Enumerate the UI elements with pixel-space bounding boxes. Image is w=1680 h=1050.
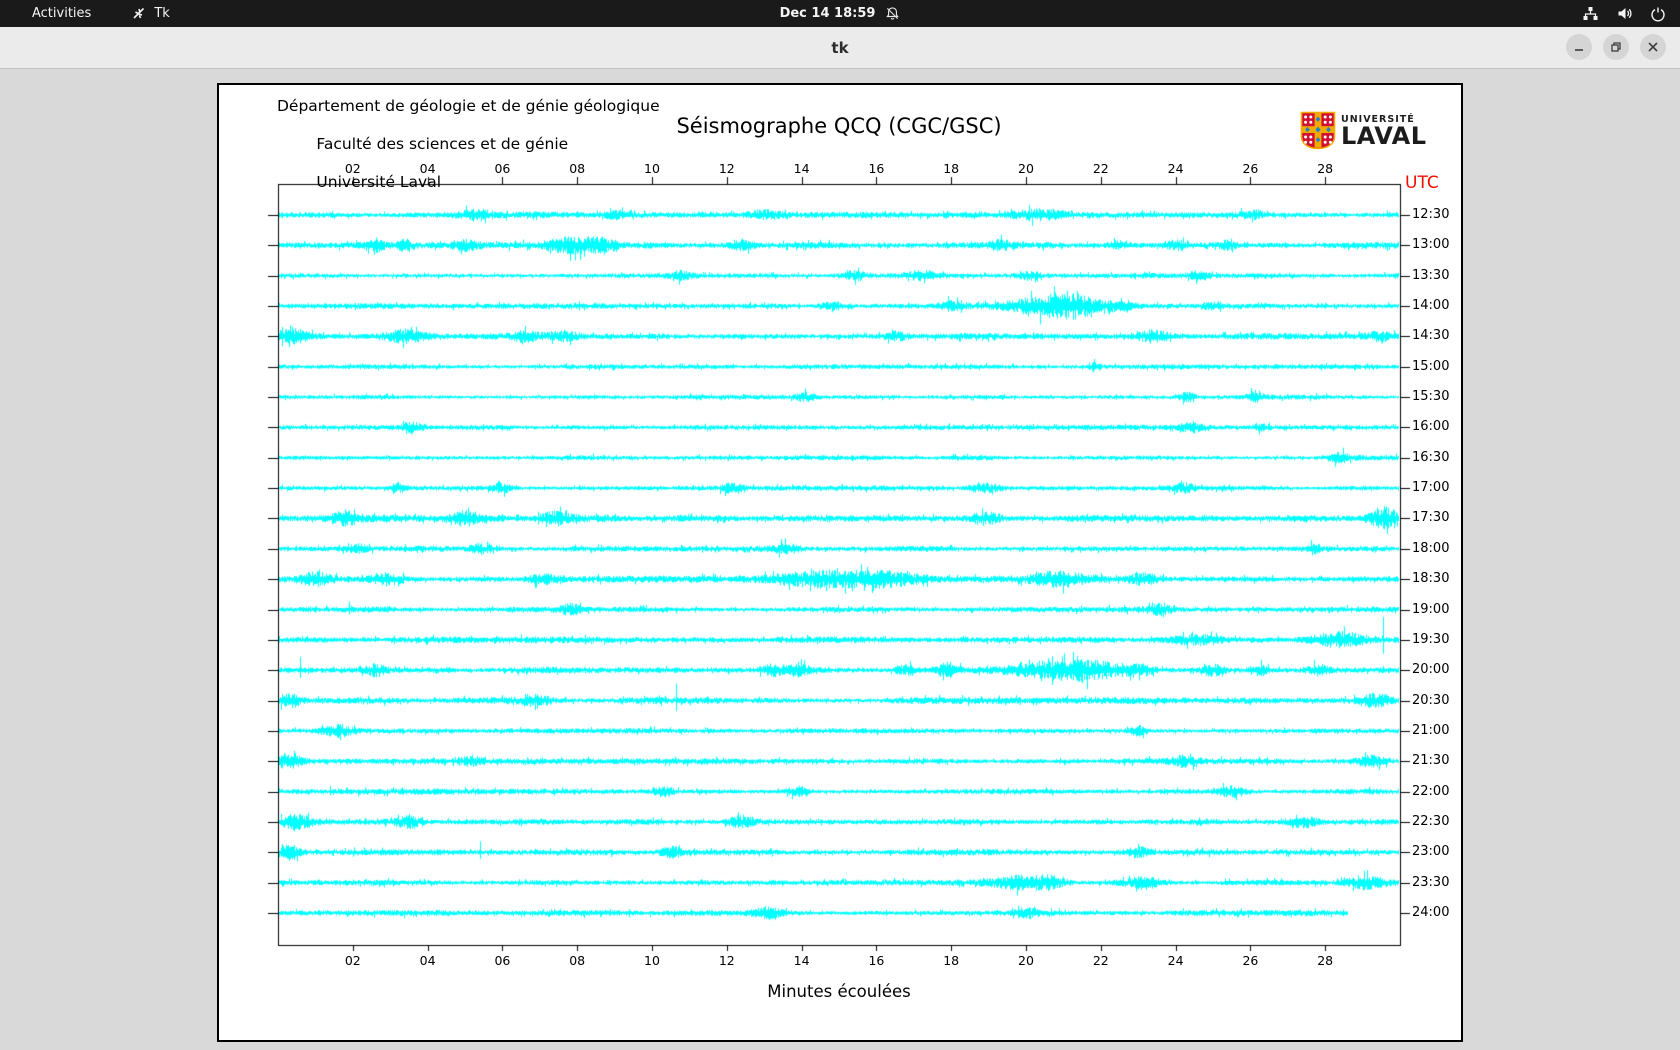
- universite-laval-logo: UNIVERSITÉ LAVAL: [1300, 111, 1427, 154]
- volume-icon: [1616, 5, 1633, 22]
- trace-time-label: 17:00: [1412, 480, 1450, 496]
- trace-time-label: 14:30: [1412, 328, 1450, 344]
- trace-time-label: 12:30: [1412, 207, 1450, 222]
- x-tick-label-bottom: 18: [943, 953, 960, 968]
- trace-time-label: 18:00: [1412, 540, 1450, 556]
- trace-time-label: 16:30: [1412, 449, 1450, 465]
- x-tick-label-top: 28: [1317, 161, 1334, 176]
- x-tick-label-bottom: 28: [1317, 953, 1334, 968]
- x-tick-label-top: 02: [344, 161, 361, 176]
- trace-time-label: 16:00: [1412, 419, 1450, 435]
- x-tick-label-bottom: 08: [569, 953, 586, 968]
- window-title: tk: [831, 38, 849, 57]
- x-tick-label-top: 06: [494, 161, 511, 176]
- gnome-top-bar: Activities Tk Dec 14 18:59: [0, 0, 1680, 27]
- x-tick-label-top: 20: [1018, 161, 1034, 176]
- trace-time-label: 23:30: [1412, 874, 1450, 890]
- x-tick-label-top: 14: [793, 161, 810, 176]
- trace-time-label: 21:30: [1412, 753, 1450, 769]
- trace-time-label: 22:00: [1412, 783, 1450, 799]
- trace-time-label: 20:30: [1412, 692, 1450, 708]
- close-button[interactable]: [1640, 34, 1666, 60]
- x-tick-label-top: 26: [1242, 161, 1259, 176]
- x-tick-label-bottom: 14: [793, 953, 810, 968]
- x-tick-label-top: 24: [1167, 161, 1184, 176]
- institution-line-2: Faculté des sciences et de génie: [316, 135, 569, 153]
- x-tick-label-top: 12: [718, 161, 735, 176]
- notifications-disabled-icon: [885, 6, 900, 21]
- network-wired-icon: [1582, 5, 1599, 22]
- x-tick-label-bottom: 22: [1092, 953, 1109, 968]
- trace-time-label: 13:30: [1412, 267, 1450, 283]
- clock-button[interactable]: Dec 14 18:59: [0, 0, 1680, 27]
- trace-time-label: 14:00: [1412, 298, 1450, 314]
- plot-title: Séismographe QCQ (CGC/GSC): [676, 114, 1002, 138]
- institution-line-1: Département de géologie et de génie géol…: [277, 97, 660, 115]
- x-tick-label-bottom: 02: [344, 953, 361, 968]
- x-tick-label-bottom: 24: [1167, 953, 1184, 968]
- x-tick-label-top: 18: [943, 161, 960, 176]
- x-tick-label-top: 22: [1092, 161, 1109, 176]
- minimize-button[interactable]: [1566, 34, 1592, 60]
- trace-time-label: 20:00: [1412, 662, 1450, 678]
- trace-time-label: 17:30: [1412, 510, 1450, 526]
- trace-time-label: 15:00: [1412, 358, 1450, 374]
- x-tick-label-bottom: 12: [718, 953, 735, 968]
- window-titlebar[interactable]: tk: [0, 27, 1680, 69]
- trace-time-label: 24:00: [1412, 905, 1450, 920]
- clock-label: Dec 14 18:59: [779, 6, 876, 21]
- trace-time-label: 22:30: [1412, 813, 1450, 829]
- system-status-area[interactable]: [1582, 0, 1666, 27]
- x-tick-label-bottom: 06: [494, 953, 511, 968]
- trace-time-label: 19:00: [1412, 601, 1450, 617]
- x-tick-label-top: 08: [569, 161, 586, 176]
- x-tick-label-bottom: 16: [868, 953, 885, 968]
- power-icon: [1650, 6, 1666, 22]
- tk-window-content: Département de géologie et de génie géol…: [0, 69, 1680, 1050]
- x-tick-label-bottom: 10: [644, 953, 660, 968]
- trace-time-label: 19:30: [1412, 631, 1450, 647]
- utc-axis-label: UTC: [1405, 173, 1439, 193]
- x-tick-label-top: 16: [868, 161, 885, 176]
- logo-large-text: LAVAL: [1341, 122, 1427, 150]
- x-tick-label-bottom: 04: [419, 953, 436, 968]
- seismograph-canvas-panel: Département de géologie et de génie géol…: [217, 83, 1463, 1042]
- trace-time-label: 21:00: [1412, 722, 1450, 738]
- maximize-button[interactable]: [1603, 34, 1629, 60]
- laval-shield-icon: [1300, 111, 1336, 154]
- institution-text: Département de géologie et de génie géol…: [277, 97, 660, 192]
- x-axis-title: Minutes écoulées: [767, 982, 911, 1001]
- trace-time-label: 23:00: [1412, 844, 1450, 860]
- trace-time-label: 15:30: [1412, 389, 1450, 405]
- trace-time-label: 13:00: [1412, 237, 1450, 253]
- x-tick-label-bottom: 26: [1242, 953, 1259, 968]
- plot-labels-layer: Département de géologie et de génie géol…: [219, 85, 1461, 1040]
- x-tick-label-top: 10: [644, 161, 660, 176]
- x-tick-label-bottom: 20: [1018, 953, 1034, 968]
- x-tick-label-top: 04: [419, 161, 436, 176]
- trace-time-label: 18:30: [1412, 571, 1450, 587]
